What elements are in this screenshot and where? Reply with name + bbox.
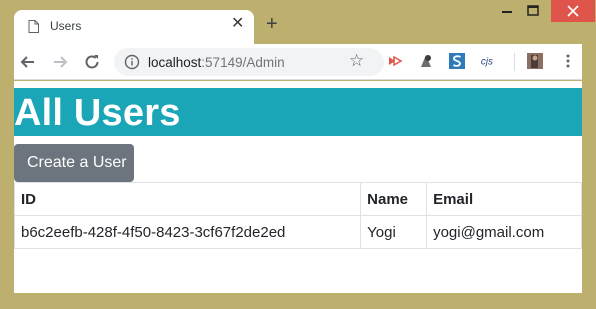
extension-s-icon[interactable] bbox=[448, 52, 466, 70]
extension-cjs-icon[interactable]: cjs bbox=[480, 52, 498, 70]
cell-user-name: Yogi bbox=[360, 215, 428, 249]
extension-red-icon[interactable] bbox=[386, 52, 404, 70]
profile-avatar-icon[interactable] bbox=[526, 52, 544, 70]
users-table: ID Name Email b6c2eefb-428f-4f50-8423-3c… bbox=[13, 182, 582, 249]
maximize-icon[interactable] bbox=[523, 2, 543, 20]
tab-title: Users bbox=[50, 19, 82, 33]
table-header-row: ID Name Email bbox=[13, 182, 582, 216]
tab-strip: Users ✕ + bbox=[0, 0, 596, 44]
table-row: b6c2eefb-428f-4f50-8423-3cf67f2de2ed Yog… bbox=[13, 215, 582, 249]
toolbar-divider bbox=[514, 53, 515, 71]
reload-icon[interactable] bbox=[82, 52, 102, 72]
create-user-button[interactable]: Create a User bbox=[14, 144, 134, 182]
browser-tab[interactable]: Users ✕ bbox=[14, 10, 254, 44]
url-path: :57149/Admin bbox=[201, 55, 285, 70]
page-title: All Users bbox=[14, 92, 181, 134]
svg-text:cjs: cjs bbox=[481, 57, 493, 68]
title-banner: All Users bbox=[14, 88, 582, 136]
cell-user-email: yogi@gmail.com bbox=[426, 215, 582, 249]
back-arrow-icon[interactable] bbox=[18, 52, 38, 72]
minimize-icon[interactable] bbox=[497, 2, 517, 20]
column-header-id: ID bbox=[13, 182, 362, 216]
menu-kebab-icon[interactable] bbox=[559, 52, 577, 70]
document-icon bbox=[28, 20, 39, 33]
cell-user-id: b6c2eefb-428f-4f50-8423-3cf67f2de2ed bbox=[13, 215, 362, 249]
window-close-button[interactable] bbox=[551, 0, 595, 22]
close-icon bbox=[567, 5, 579, 17]
url-text[interactable]: localhost:57149/Admin bbox=[148, 55, 285, 70]
page-content: All Users Create a User ID Name Email b6… bbox=[13, 81, 582, 293]
browser-toolbar: localhost:57149/Admin ☆ cjs bbox=[14, 44, 582, 80]
new-tab-icon[interactable]: + bbox=[266, 14, 278, 34]
column-header-email: Email bbox=[426, 182, 582, 216]
address-bar[interactable]: localhost:57149/Admin ☆ bbox=[114, 48, 384, 76]
tab-close-icon[interactable]: ✕ bbox=[231, 16, 244, 32]
extension-tool-icon[interactable] bbox=[417, 52, 435, 70]
column-header-name: Name bbox=[360, 182, 428, 216]
forward-arrow-icon[interactable] bbox=[50, 52, 70, 72]
url-host: localhost bbox=[148, 55, 202, 70]
browser-window: Users ✕ + localhost:57149/Admin ☆ cjs Al… bbox=[0, 0, 596, 309]
info-icon[interactable] bbox=[124, 54, 140, 70]
bookmark-star-icon[interactable]: ☆ bbox=[349, 52, 364, 70]
